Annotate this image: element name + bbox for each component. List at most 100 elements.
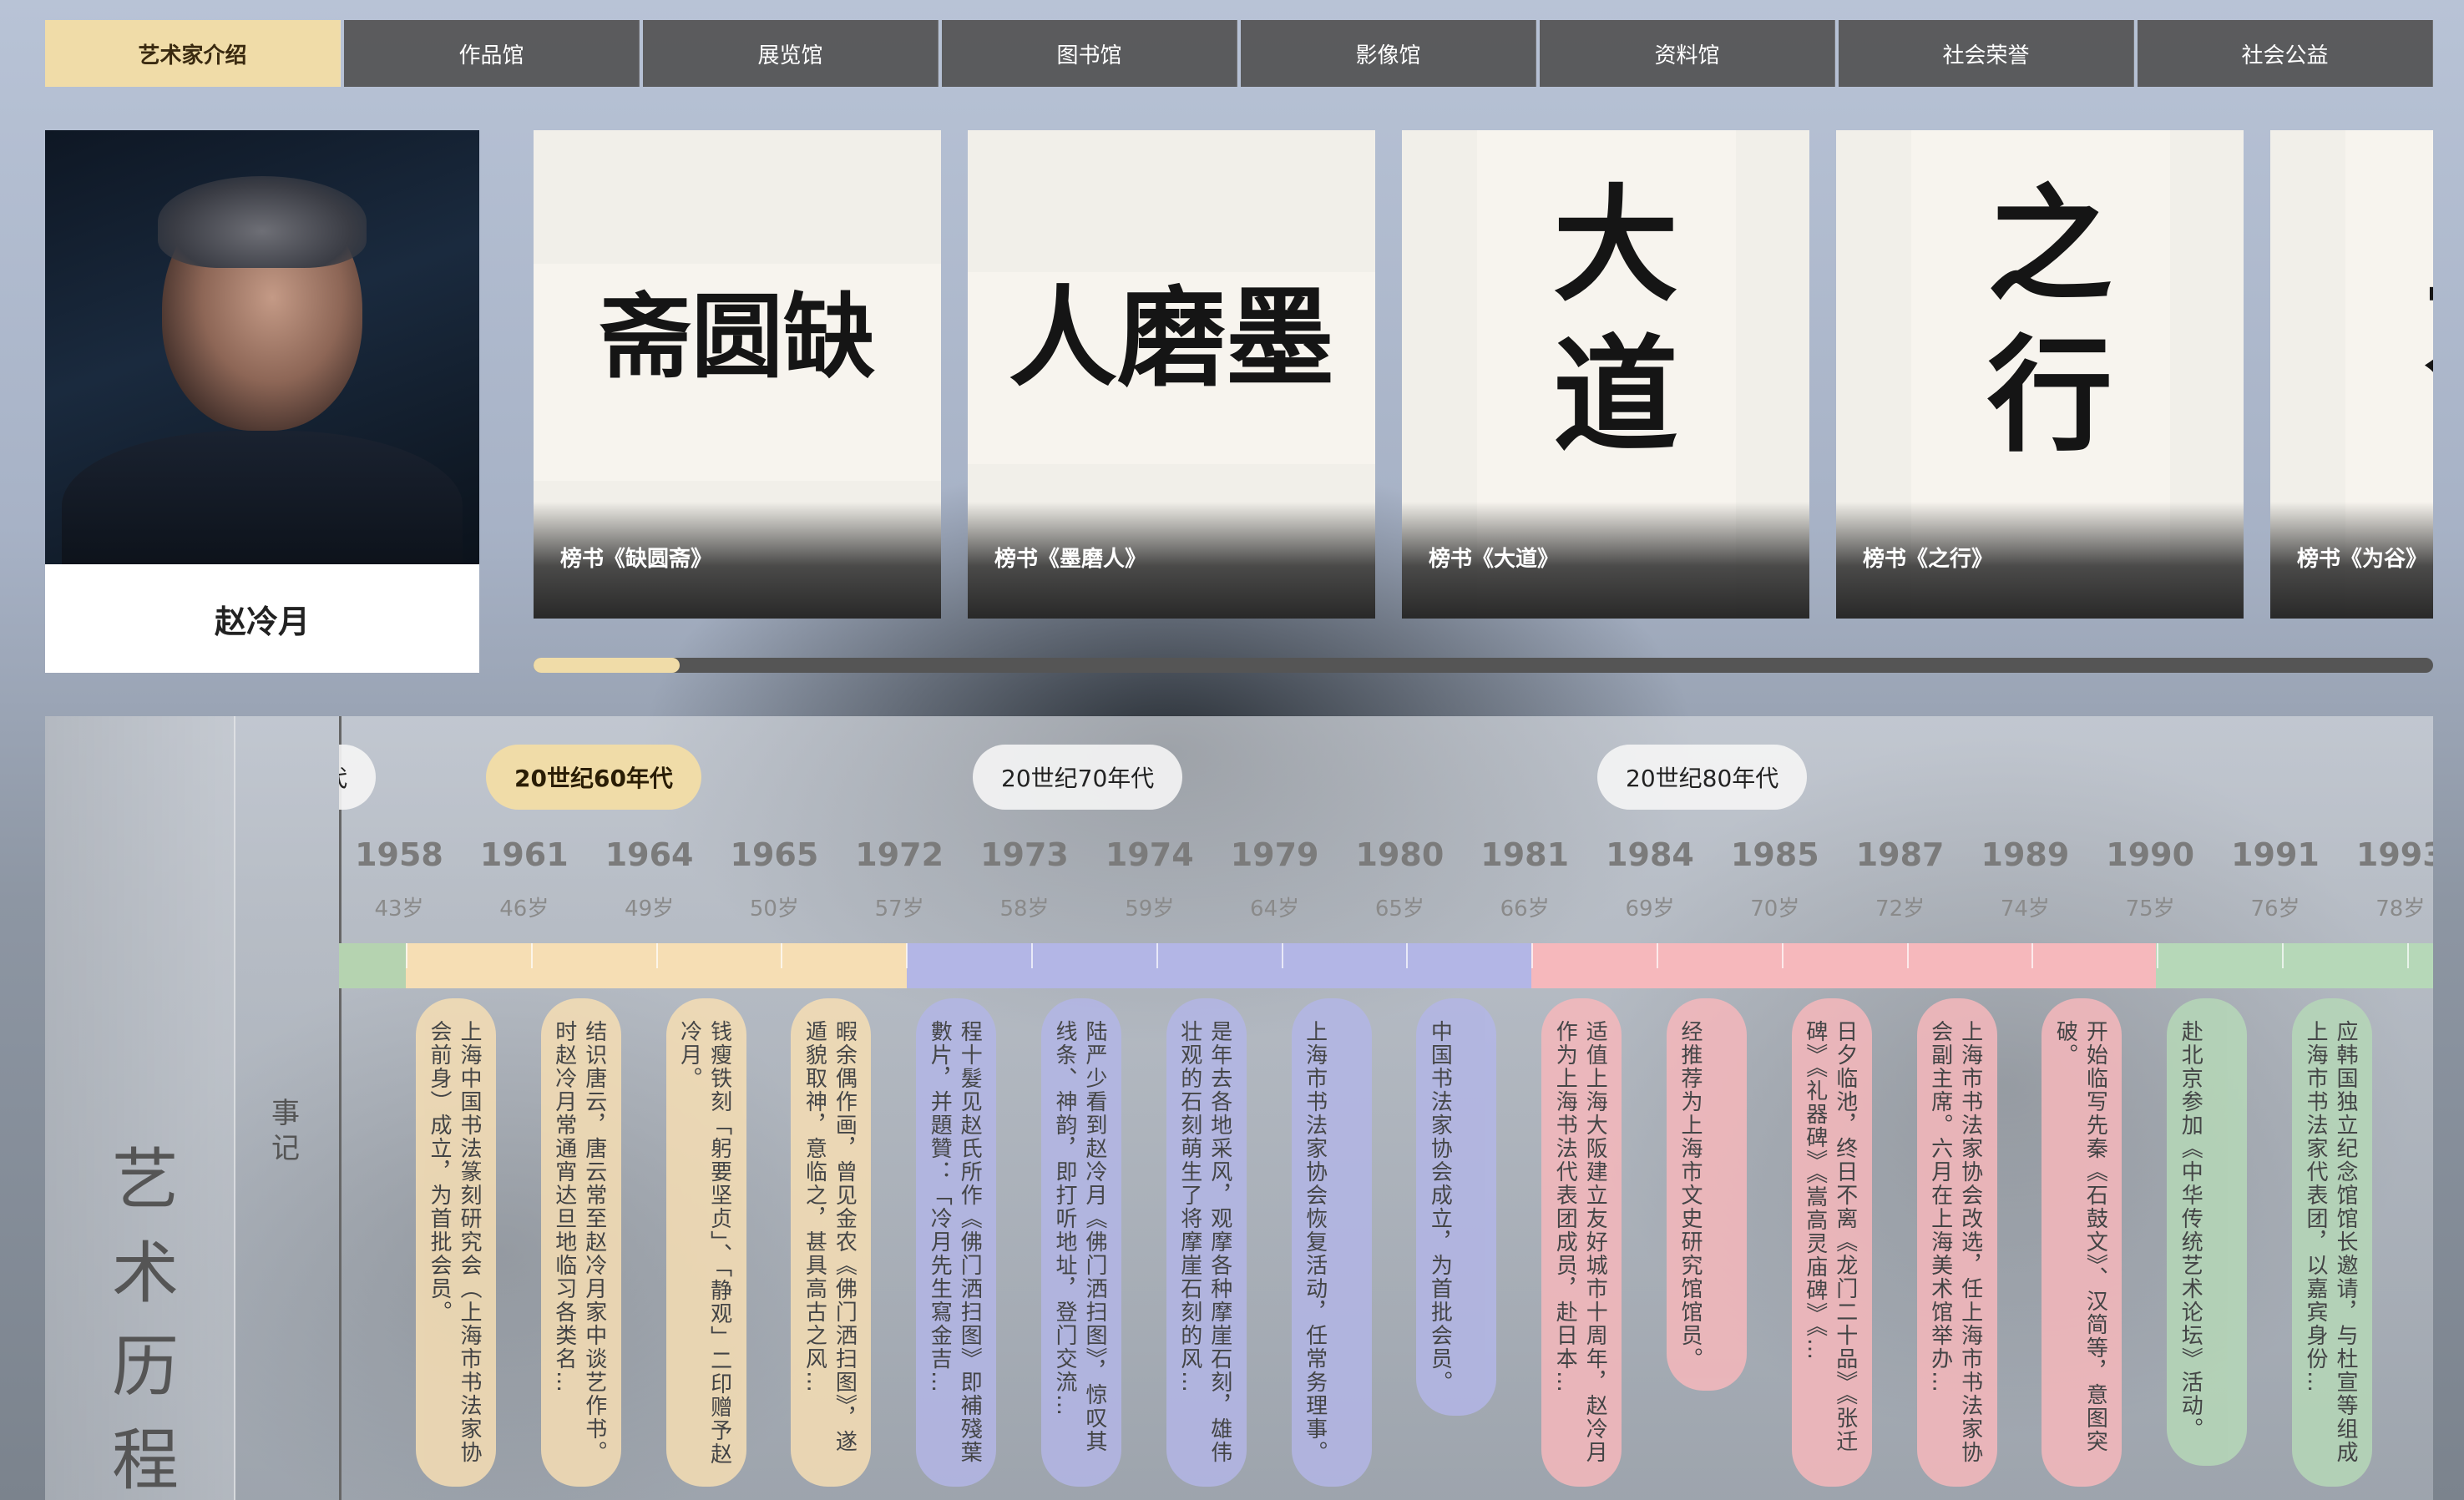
work-card[interactable]: 之行榜书《之行》 [1836,130,2244,619]
event-text: 赴北京参加《中华传统艺术论坛》活动。 [2178,1020,2203,1441]
history-title-column: 艺术历程 [45,716,235,1500]
year-label: 1974 [1105,836,1194,873]
event-text: 经推荐为上海市文史研究馆馆员。 [1677,1020,1703,1371]
event-text: 程十髮见赵氏所作《佛门洒扫图》即補殘葉數片，并題贊：「冷月先生寫金吉… [927,1020,983,1464]
event-text: 钱瘦铁刻「躬要坚贞」、「静观」二印赠予赵冷月。 [676,1020,732,1466]
year-label: 1984 [1606,836,1694,873]
age-label: 75岁 [2125,896,2175,922]
nav-tab[interactable]: 作品馆 [344,20,640,87]
year-label: 1961 [479,836,569,873]
work-card[interactable]: 斋圆缺榜书《缺圆斋》 [534,130,941,619]
event-text: 上海中国书法篆刻研究会（上海市书法家协会前身）成立，为首批会员。 [427,1020,482,1464]
timeline-event[interactable]: 开始临写先秦《石鼓文》、汉简等，意图突破。 [2042,998,2122,1487]
age-label: 57岁 [874,896,924,922]
age-label: 49岁 [625,896,675,922]
decade-pill[interactable]: 20世纪70年代 [973,745,1183,810]
works-scrollbar-thumb[interactable] [534,658,680,673]
works-carousel[interactable]: 斋圆缺 榜书《缺圆斋》 人磨墨 榜书《墨磨人》 大道 榜书《大道》 之行 榜书《之行》为榜书《… [534,130,2433,619]
timeline-event[interactable]: 应韩国独立纪念馆馆长邀请，与杜宣等组成上海市书法家代表团，以嘉宾身份… [2292,998,2372,1487]
calligraphy-artwork: 大道 [1531,178,1679,479]
timeline-event[interactable]: 上海市书法家协会改选，任上海市书法家协会副主席。六月在上海美术馆举办… [1916,998,1997,1487]
timeline[interactable]: 年代 20世纪60年代 20世纪70年代 20世纪80年代 1958 43岁 1961 46岁… [339,716,2433,1500]
band-tick [2031,943,2034,968]
decade-band [1531,943,2156,988]
year-label: 1972 [855,836,944,873]
age-label: 70岁 [1750,896,1800,922]
age-label: 76岁 [2250,896,2300,922]
band-tick [406,943,407,968]
band-tick [2157,943,2159,968]
band-tick [2406,943,2409,968]
nav-tab[interactable]: 影像馆 [1241,20,1536,87]
events-row-label: 事记 [271,1097,300,1165]
age-label: 43岁 [374,896,424,922]
calligraphy-artwork: 为 [2400,253,2434,404]
works-scrollbar[interactable] [534,658,2433,673]
year-label: 1958 [355,836,443,873]
age-label: 69岁 [1625,896,1675,922]
event-text: 日夕临池，终日不离《龙门二十品》《张迁碑》《礼器碑》《嵩高灵庙碑》《… [1802,1020,1858,1453]
work-card[interactable]: 为榜书《为谷》 [2270,130,2433,619]
year-label: 1991 [2231,836,2320,873]
decade-pill[interactable]: 20世纪80年代 [1597,745,1808,810]
timeline-event[interactable]: 结识唐云，唐云常至赵冷月家中谈艺作书。时赵冷月常通宵达旦地临习各类名… [540,998,621,1487]
top-nav: 艺术家介绍 作品馆 展览馆 图书馆 影像馆 资料馆 社会荣誉 社会公益 [45,20,2433,87]
calligraphy-artwork: 人磨墨 [1008,273,1334,402]
work-card[interactable]: 大道榜书《大道》 [1402,130,1809,619]
timeline-event[interactable]: 日夕临池，终日不离《龙门二十品》《张迁碑》《礼器碑》《嵩高灵庙碑》《… [1791,998,1872,1487]
decade-band [2156,943,2433,988]
timeline-event[interactable]: 程十髮见赵氏所作《佛门洒扫图》即補殘葉數片，并題贊：「冷月先生寫金吉… [916,998,997,1487]
nav-tab[interactable]: 资料馆 [1540,20,1835,87]
timeline-event[interactable]: 上海中国书法篆刻研究会（上海市书法家协会前身）成立，为首批会员。 [416,998,496,1487]
work-caption: 榜书《为谷》 [2297,547,2428,572]
timeline-event[interactable]: 钱瘦铁刻「躬要坚贞」、「静观」二印赠予赵冷月。 [665,998,746,1487]
year-label: 1993 [2355,836,2433,873]
band-tick [2282,943,2284,968]
decade-pill[interactable]: 年代 [339,745,377,810]
band-tick [1406,943,1409,968]
timeline-event[interactable]: 适值上海大阪建立友好城市十周年，赵冷月作为上海书法代表团成员，赴日本… [1541,998,1622,1487]
decade-pill[interactable]: 20世纪60年代 [486,745,701,810]
age-label: 58岁 [999,896,1050,922]
event-text: 结识唐云，唐云常至赵冷月家中谈艺作书。时赵冷月常通宵达旦地临习各类名… [551,1020,607,1464]
event-text: 上海市书法家协会改选，任上海市书法家协会副主席。六月在上海美术馆举办… [1927,1020,1983,1464]
age-label: 65岁 [1374,896,1424,922]
nav-tab[interactable]: 图书馆 [942,20,1237,87]
nav-tab[interactable]: 艺术家介绍 [45,20,341,87]
nav-tab[interactable]: 社会荣誉 [1839,20,2134,87]
event-text: 开始临写先秦《石鼓文》、汉简等，意图突破。 [2052,1020,2108,1453]
band-tick [781,943,783,968]
timeline-event[interactable]: 赴北京参加《中华传统艺术论坛》活动。 [2167,998,2248,1466]
age-label: 72岁 [1875,896,1925,922]
year-label: 1981 [1480,836,1570,873]
timeline-event[interactable]: 经推荐为上海市文史研究馆馆员。 [1667,998,1747,1391]
event-text: 适值上海大阪建立友好城市十周年，赵冷月作为上海书法代表团成员，赴日本… [1552,1020,1608,1464]
timeline-event[interactable]: 是年去各地采风，观摩各种摩崖石刻，雄伟壮观的石刻萌生了将摩崖石刻的风… [1166,998,1247,1487]
nav-tab[interactable]: 展览馆 [643,20,939,87]
calligraphy-artwork: 斋圆缺 [600,282,875,391]
year-label: 1989 [1981,836,2070,873]
event-text: 应韩国独立纪念馆馆长邀请，与杜宣等组成上海市书法家代表团，以嘉宾身份… [2303,1020,2358,1464]
year-label: 1973 [980,836,1069,873]
year-label: 1965 [730,836,819,873]
artist-card[interactable]: 赵冷月 [45,130,479,673]
work-card[interactable]: 人磨墨 榜书《墨磨人》 [968,130,1375,619]
band-tick [1531,943,1534,968]
timeline-event[interactable]: 陆严少看到赵冷月《佛门洒扫图》，惊叹其线条、神韵，即打听地址，登门交流… [1041,998,1121,1487]
work-caption: 榜书《大道》 [1429,547,1560,572]
band-tick [1906,943,1909,968]
year-label: 1990 [2106,836,2195,873]
event-text: 上海市书法家协会恢复活动，任常务理事。 [1302,1020,1328,1464]
nav-tab[interactable]: 社会公益 [2138,20,2433,87]
band-tick [906,943,908,968]
band-tick [1031,943,1033,968]
band-tick [1281,943,1283,968]
year-label: 1980 [1355,836,1445,873]
timeline-event[interactable]: 上海市书法家协会恢复活动，任常务理事。 [1291,998,1372,1487]
art-history-panel: 艺术历程 事记 年代 20世纪60年代 20世纪70年代 20世纪80年代 1958 43… [45,716,2433,1500]
timeline-event[interactable]: 暇余偶作画，曾见金农《佛门洒扫图》，遂遁貌取神，意临之，甚具高古之风… [791,998,872,1487]
timeline-event[interactable]: 中国书法家协会成立，为首批会员。 [1416,998,1497,1416]
work-caption: 榜书《之行》 [1863,547,1994,572]
calligraphy-artwork: 之行 [1966,178,2113,479]
work-caption: 榜书《缺圆斋》 [560,547,713,572]
